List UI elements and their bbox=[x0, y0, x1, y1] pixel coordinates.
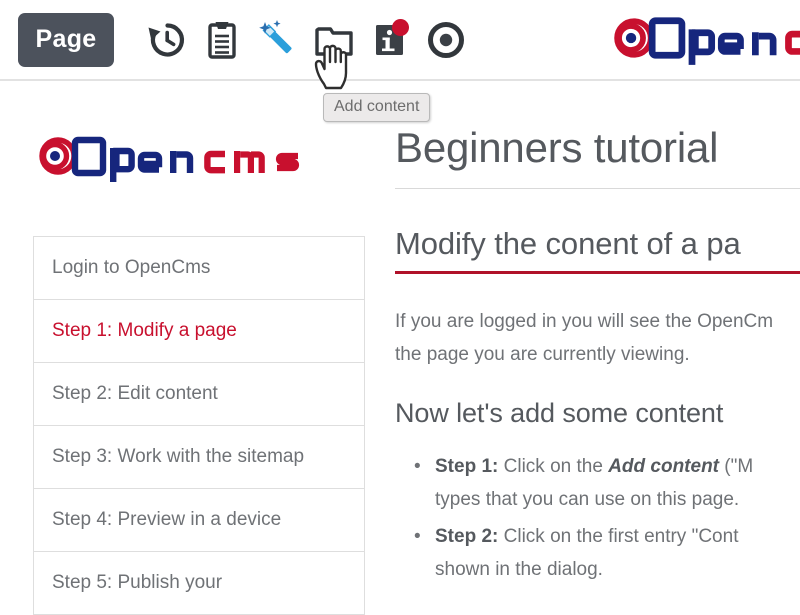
step-emphasis: Add content bbox=[608, 456, 720, 477]
notification-badge bbox=[392, 18, 409, 36]
sidebar-item-step5[interactable]: Step 5: Publish your bbox=[34, 552, 364, 615]
sidebar-item-step3[interactable]: Step 3: Work with the sitemap bbox=[34, 426, 364, 489]
sidebar-item-step2[interactable]: Step 2: Edit content bbox=[34, 363, 364, 426]
toggle-target-button[interactable] bbox=[418, 12, 474, 68]
history-button[interactable] bbox=[138, 12, 194, 68]
step-line-2: shown in the dialog. bbox=[435, 559, 603, 580]
top-toolbar: Page bbox=[0, 0, 800, 81]
left-column: Login to OpenCms Step 1: Modify a page S… bbox=[0, 81, 372, 615]
sidebar-item-step1[interactable]: Step 1: Modify a page bbox=[34, 300, 364, 363]
toolbar-buttons-group: Page bbox=[0, 0, 474, 79]
list-item: Step 1: Click on the Add content ("M typ… bbox=[414, 450, 800, 516]
page-title: Beginners tutorial bbox=[395, 124, 719, 171]
sidebar-item-step4[interactable]: Step 4: Preview in a device bbox=[34, 489, 364, 552]
intro-line-2: the page you are currently viewing. bbox=[395, 344, 690, 365]
tooltip-add-content: Add content bbox=[323, 93, 431, 122]
target-icon bbox=[424, 18, 468, 62]
sitemap-folder-button[interactable] bbox=[306, 12, 362, 68]
step-label: Step 1: bbox=[435, 456, 499, 477]
page-mode-button-label: Page bbox=[35, 25, 97, 53]
clipboard-icon bbox=[200, 18, 244, 62]
section-divider bbox=[395, 271, 800, 274]
history-icon bbox=[144, 18, 188, 62]
section-heading: Modify the conent of a pa bbox=[395, 226, 741, 261]
sidebar-item-login[interactable]: Login to OpenCms bbox=[34, 237, 364, 300]
intro-paragraph: If you are logged in you will see the Op… bbox=[395, 305, 800, 371]
sidebar-navigation: Login to OpenCms Step 1: Modify a page S… bbox=[33, 236, 365, 615]
magic-wand-icon bbox=[256, 18, 300, 62]
folder-icon bbox=[312, 18, 356, 62]
step-text-before: Click on the bbox=[498, 456, 609, 477]
steps-list: Step 1: Click on the Add content ("M typ… bbox=[395, 450, 800, 586]
page-mode-button[interactable]: Page bbox=[18, 12, 114, 67]
step-label: Step 2: bbox=[435, 526, 499, 547]
toolbar-opencms-logo bbox=[608, 6, 800, 70]
site-opencms-logo bbox=[33, 129, 305, 183]
add-content-button[interactable] bbox=[250, 12, 306, 68]
clipboard-button[interactable] bbox=[194, 12, 250, 68]
step-text-after: ("M bbox=[719, 456, 754, 477]
intro-line-1: If you are logged in you will see the Op… bbox=[395, 311, 774, 332]
list-item: Step 2: Click on the first entry "Cont s… bbox=[414, 520, 800, 586]
main-content-column: Beginners tutorial Modify the conent of … bbox=[395, 81, 800, 600]
step-text-before: Click on the first entry "Cont bbox=[498, 526, 739, 547]
page-information-button[interactable] bbox=[362, 12, 418, 68]
subsection-heading: Now let's add some content bbox=[395, 398, 724, 428]
title-divider bbox=[395, 188, 800, 189]
page-content: Login to OpenCms Step 1: Modify a page S… bbox=[0, 81, 800, 615]
step-line-2: types that you can use on this page. bbox=[435, 489, 740, 510]
